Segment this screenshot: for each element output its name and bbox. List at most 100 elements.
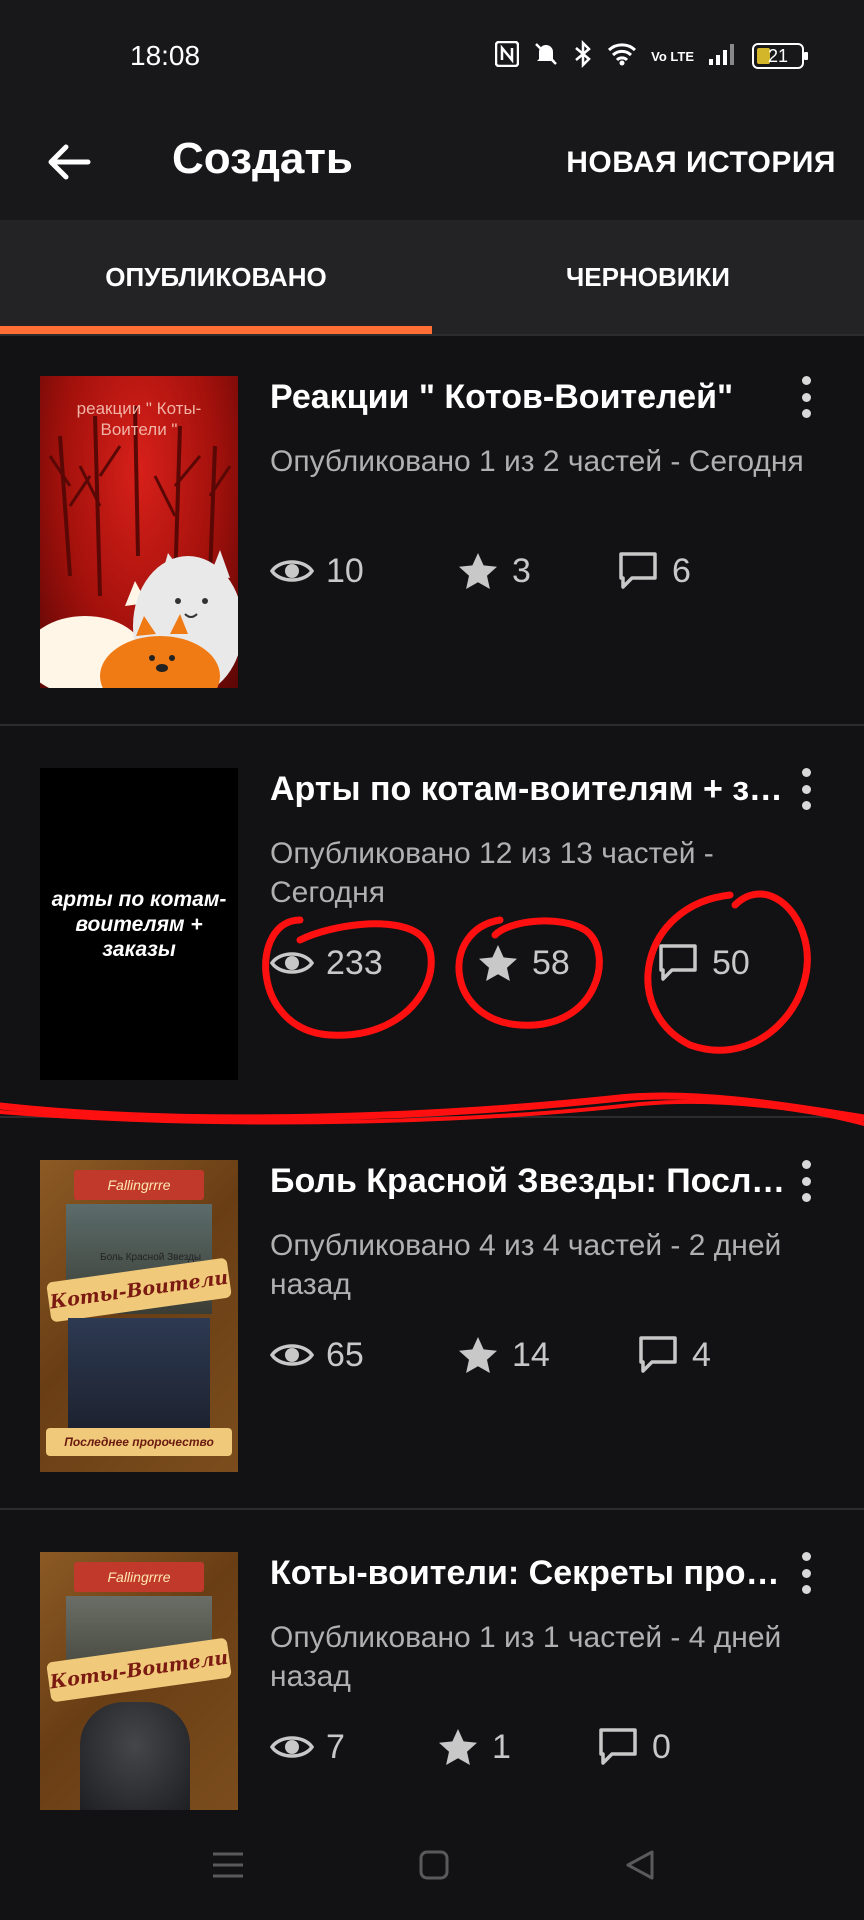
votes-count: 1: [492, 1727, 511, 1766]
comments-stat: 6: [616, 546, 691, 596]
status-time: 18:08: [130, 40, 201, 71]
dot: [801, 376, 811, 385]
home-button[interactable]: [404, 1840, 464, 1890]
votes-stat: 58: [476, 938, 570, 988]
dot: [801, 768, 811, 777]
more-options-button[interactable]: [786, 1156, 826, 1206]
views-stat: 7: [270, 1722, 345, 1772]
votes-count: 14: [512, 1335, 550, 1374]
comments-count: 0: [652, 1727, 671, 1766]
comment-icon: [639, 1336, 677, 1373]
eye-icon: [270, 952, 314, 974]
cover-cat: [80, 1702, 190, 1810]
star-icon: [439, 1729, 477, 1765]
story-stats: 65 14 4: [270, 1330, 830, 1380]
status-bar: 18:08 Vo LTE 21: [0, 0, 864, 110]
comment-icon: [619, 552, 657, 589]
story-title[interactable]: Коты-воители: Секреты прошлого: [270, 1554, 790, 1593]
story-status: Опубликовано 12 из 13 частей - Сегодня: [270, 837, 714, 909]
views-stat: 233: [270, 938, 383, 988]
story-stats: 7 1 0: [270, 1722, 830, 1772]
story-cover[interactable]: арты по котам-воителям + заказы: [40, 768, 238, 1080]
more-options-button[interactable]: [786, 372, 826, 422]
tab-drafts[interactable]: ЧЕРНОВИКИ: [432, 220, 864, 334]
comment-icon: [659, 944, 697, 981]
cover-title: реакции " Коты-Воители ": [76, 399, 202, 439]
story-stats: 233 58 50: [270, 938, 830, 988]
dot: [801, 1585, 811, 1594]
story-cover[interactable]: реакции " Коты-Воители ": [40, 376, 238, 688]
system-nav-bar: [0, 1810, 864, 1920]
cover-bottom-text: Последнее пророчество: [46, 1428, 232, 1456]
star-icon: [459, 553, 497, 589]
more-options-button[interactable]: [786, 1548, 826, 1598]
comment-icon: [599, 1728, 637, 1765]
recent-apps-button[interactable]: [198, 1840, 258, 1890]
tab-indicator: [0, 326, 432, 334]
dot: [801, 801, 811, 810]
eye-icon: [270, 1736, 314, 1758]
views-stat: 65: [270, 1330, 364, 1380]
votes-count: 3: [512, 551, 531, 590]
cover-cats: [68, 1318, 210, 1428]
menu-icon: [213, 1852, 243, 1878]
comments-count: 50: [712, 943, 750, 982]
tab-bar: ОПУБЛИКОВАНО ЧЕРНОВИКИ: [0, 220, 864, 334]
eye-icon: [270, 1344, 314, 1366]
story-item[interactable]: арты по котам-воителям + заказы Арты по …: [0, 728, 864, 1118]
dot: [801, 1160, 811, 1169]
story-title[interactable]: Реакции " Котов-Воителей": [270, 378, 790, 417]
story-title[interactable]: Арты по котам-воителям + заказы: [270, 770, 790, 809]
story-status: Опубликовано 1 из 2 частей - Сегодня: [270, 445, 804, 478]
tab-published[interactable]: ОПУБЛИКОВАНО: [0, 220, 432, 334]
page-title: Создать: [172, 134, 353, 183]
nfc-icon: [494, 40, 520, 71]
cover-subtitle: Боль Красной Звезды: [100, 1252, 202, 1263]
star-icon: [459, 1337, 497, 1373]
signal-icon: [708, 42, 738, 70]
system-back-button[interactable]: [610, 1840, 670, 1890]
cover-author: Fallingrrre: [74, 1170, 204, 1200]
back-icon: [626, 1850, 654, 1880]
story-cover[interactable]: Fallingrrre Боль Красной Звезды Коты-Вои…: [40, 1160, 238, 1472]
votes-count: 58: [532, 943, 570, 982]
dot: [801, 784, 811, 794]
volte-icon: Vo LTE: [651, 48, 694, 64]
dot: [801, 1176, 811, 1186]
comments-stat: 4: [636, 1330, 711, 1380]
views-stat: 10: [270, 546, 364, 596]
back-button[interactable]: [40, 132, 100, 192]
cover-title: арты по котам-воителям + заказы: [51, 887, 227, 961]
story-item[interactable]: реакции " Коты-Воители " Реакции " Котов…: [0, 336, 864, 726]
dot: [801, 1568, 811, 1578]
votes-stat: 3: [456, 546, 531, 596]
battery-icon: 21: [752, 43, 808, 69]
views-count: 233: [326, 943, 383, 982]
story-stats: 10 3 6: [270, 546, 830, 596]
bluetooth-icon: [573, 39, 593, 72]
home-icon: [419, 1850, 449, 1880]
comments-stat: 50: [656, 938, 750, 988]
dot: [801, 409, 811, 418]
status-icons: Vo LTE 21: [494, 39, 808, 72]
comments-count: 6: [672, 551, 691, 590]
arrow-left-icon: [48, 144, 91, 180]
story-status: Опубликовано 4 из 4 частей - 2 дней наза…: [270, 1229, 782, 1301]
new-story-button[interactable]: НОВАЯ ИСТОРИЯ: [566, 146, 836, 180]
mute-icon: [533, 41, 559, 71]
comments-count: 4: [692, 1335, 711, 1374]
story-item[interactable]: Fallingrrre Боль Красной Звезды Коты-Вои…: [0, 1120, 864, 1510]
app-header: Создать НОВАЯ ИСТОРИЯ: [0, 110, 864, 220]
star-icon: [479, 945, 517, 981]
dot: [801, 1552, 811, 1561]
more-options-button[interactable]: [786, 764, 826, 814]
dot: [801, 1193, 811, 1202]
comments-stat: 0: [596, 1722, 671, 1772]
views-count: 7: [326, 1727, 345, 1766]
views-count: 65: [326, 1335, 364, 1374]
story-title[interactable]: Боль Красной Звезды: Последнее пророчест…: [270, 1162, 790, 1201]
story-cover[interactable]: Fallingrrre Коты-Воители: [40, 1552, 238, 1810]
wifi-icon: [607, 42, 637, 70]
dot: [801, 392, 811, 402]
views-count: 10: [326, 551, 364, 590]
